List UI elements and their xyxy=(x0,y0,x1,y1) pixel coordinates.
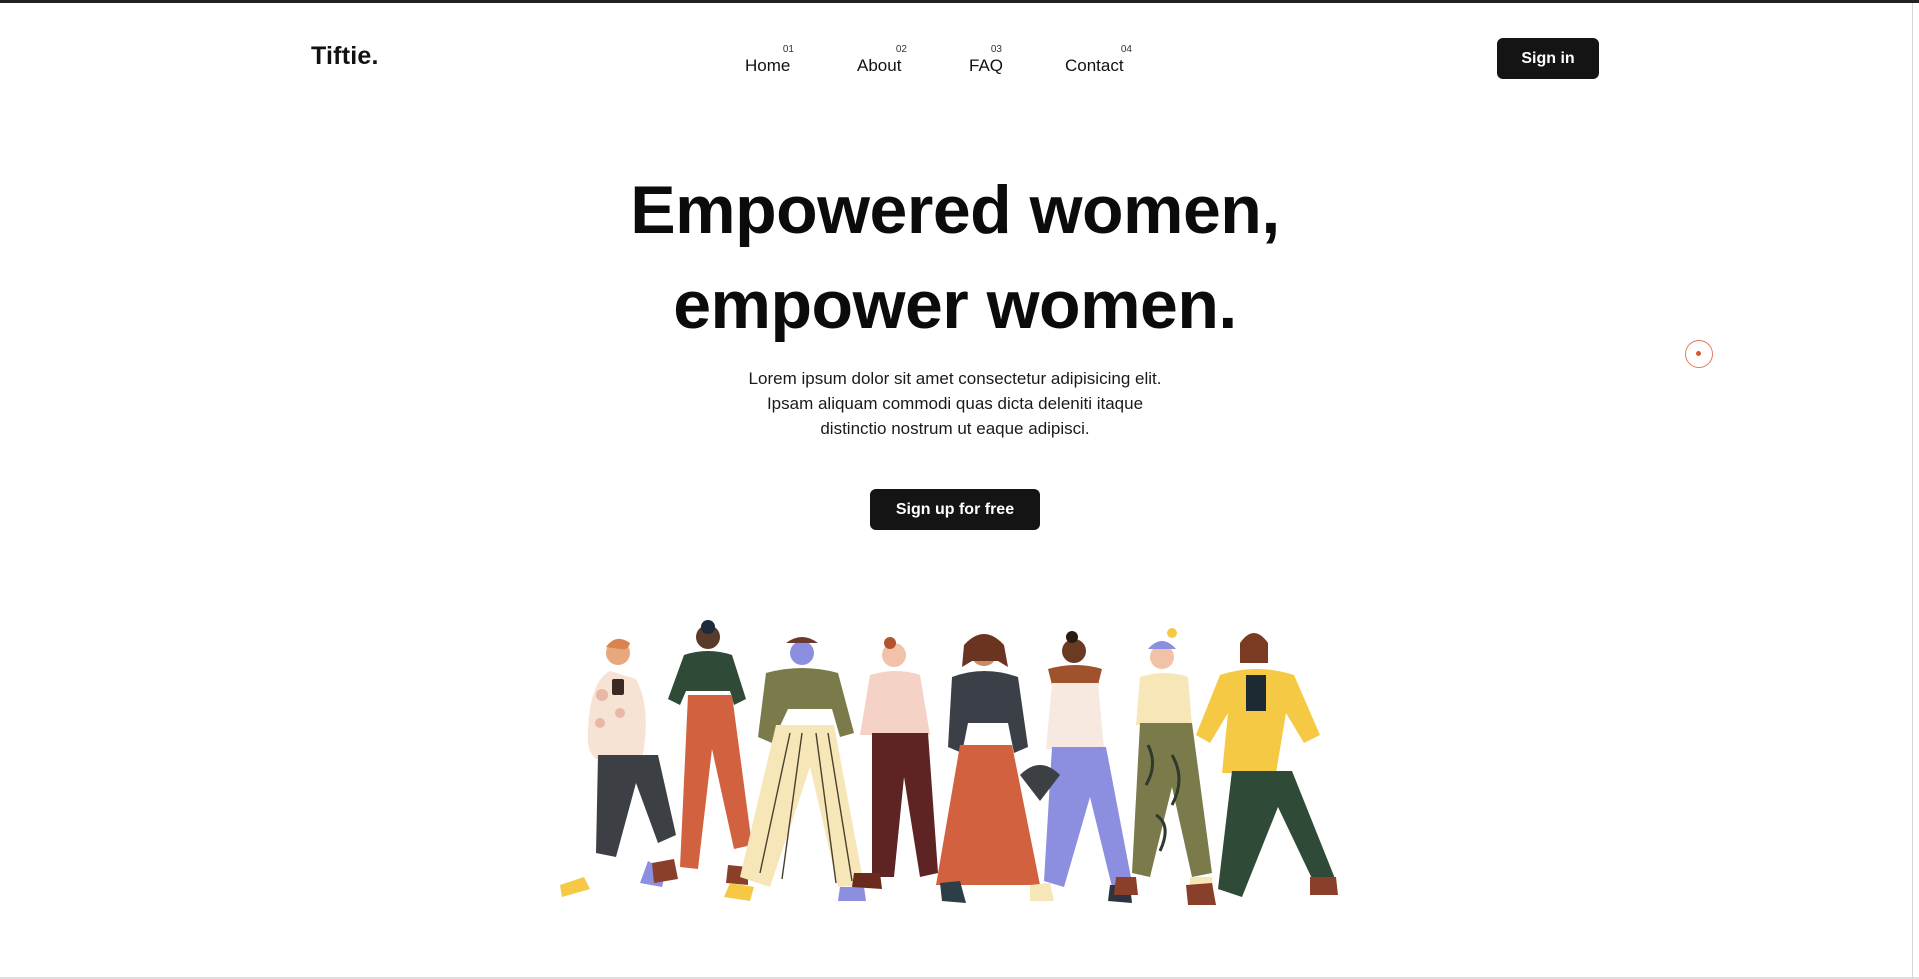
nav-label: About xyxy=(857,56,902,75)
nav-item-home[interactable]: 01 Home xyxy=(745,44,794,84)
group-of-women-walking-illustration xyxy=(560,620,1338,905)
sign-up-button[interactable]: Sign up for free xyxy=(870,489,1040,530)
nav-item-about[interactable]: 02 About xyxy=(857,44,907,84)
nav-number: 03 xyxy=(990,44,1002,55)
nav-item-contact[interactable]: 04 Contact xyxy=(1065,44,1132,84)
woman-figure-6 xyxy=(1020,631,1132,903)
custom-cursor-icon xyxy=(1685,340,1713,368)
nav-label: Contact xyxy=(1065,56,1124,75)
hero-title-line-1: Empowered women, xyxy=(630,172,1280,248)
nav-number: 04 xyxy=(1120,44,1132,55)
hero-text-line-3: distinctio nostrum ut eaque adipisci. xyxy=(820,419,1090,438)
scrollbar[interactable] xyxy=(1912,3,1913,979)
woman-figure-7 xyxy=(1114,628,1214,895)
hero-text-line-1: Lorem ipsum dolor sit amet consectetur a… xyxy=(748,369,1162,388)
nav-label: FAQ xyxy=(969,56,1004,75)
nav-number: 01 xyxy=(782,44,794,55)
nav-label: Home xyxy=(745,56,791,75)
site-logo[interactable]: Tiftie. xyxy=(311,42,379,71)
hero-title: Empowered women, empower women. xyxy=(0,163,1910,353)
nav-item-faq[interactable]: 03 FAQ xyxy=(969,44,1004,84)
landing-page: Tiftie. 01 Home 02 About 03 FAQ 04 Conta… xyxy=(0,0,1919,979)
site-header: Tiftie. 01 Home 02 About 03 FAQ 04 Conta… xyxy=(0,3,1919,103)
woman-figure-2 xyxy=(652,620,752,885)
sign-in-button[interactable]: Sign in xyxy=(1497,38,1599,79)
woman-figure-4 xyxy=(852,637,938,889)
hero-description: Lorem ipsum dolor sit amet consectetur a… xyxy=(0,366,1910,441)
woman-figure-1 xyxy=(560,638,676,897)
nav-number: 02 xyxy=(895,44,907,55)
hero-text-line-2: Ipsam aliquam commodi quas dicta delenit… xyxy=(766,394,1144,413)
hero-title-line-2: empower women. xyxy=(673,267,1237,343)
woman-figure-3 xyxy=(724,637,866,901)
woman-figure-5 xyxy=(936,634,1040,903)
